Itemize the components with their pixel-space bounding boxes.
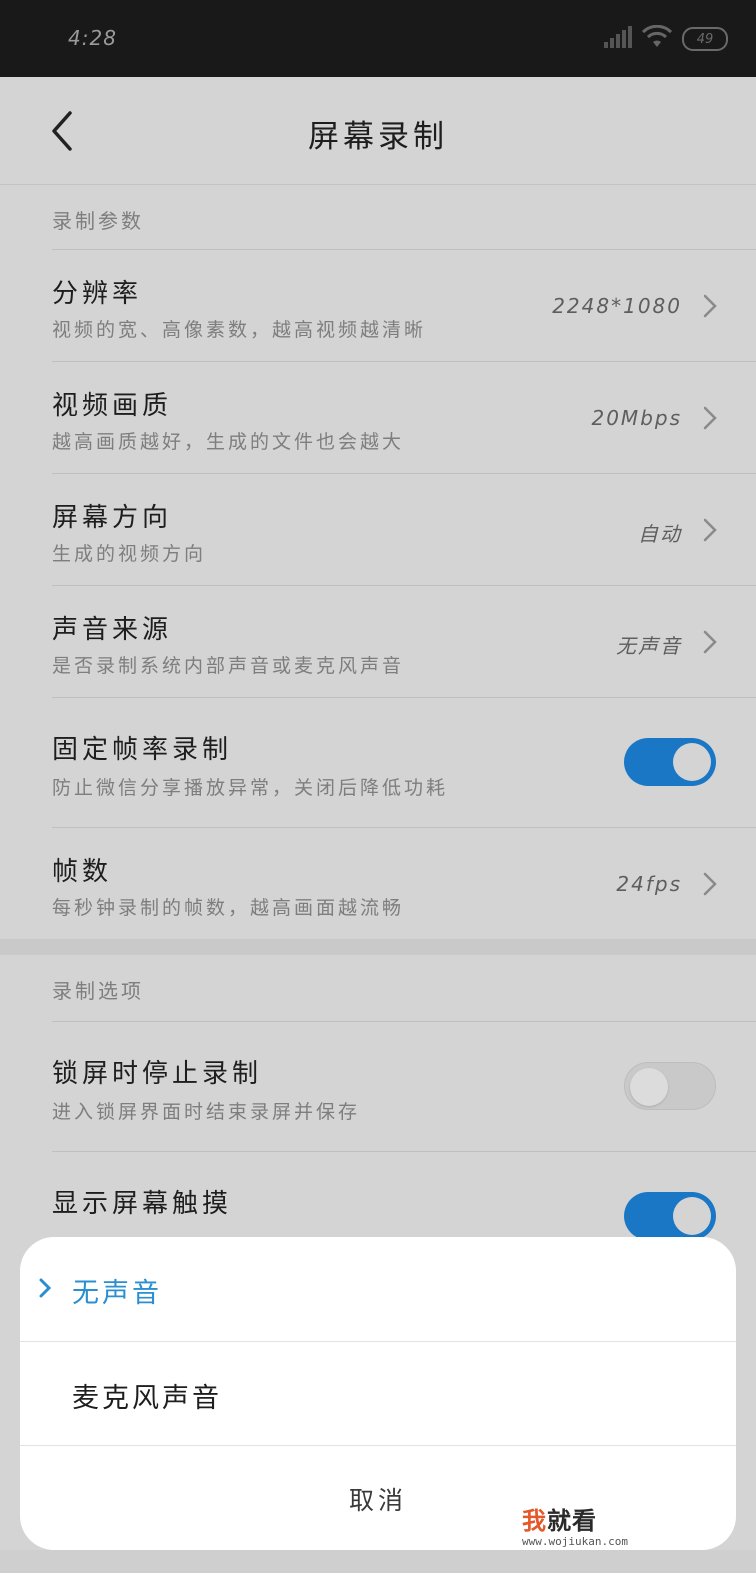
wifi-icon [641, 24, 673, 53]
chevron-right-icon [702, 293, 718, 319]
divider [52, 1021, 756, 1022]
row-title: 显示屏幕触摸 [52, 1189, 233, 1219]
row-title: 声音来源 [52, 615, 173, 645]
divider [52, 473, 756, 474]
chevron-right-icon [702, 629, 718, 655]
section-header-recording-options: 录制选项 [0, 955, 756, 1021]
row-subtitle: 进入锁屏界面时结束录屏并保存 [52, 1101, 361, 1123]
fixed-framerate-toggle[interactable] [624, 738, 716, 786]
divider [52, 585, 756, 586]
row-title: 帧数 [52, 857, 113, 887]
setting-row-resolution[interactable]: 分辨率 视频的宽、高像素数，越高视频越清晰 2248*1080 [0, 249, 756, 361]
divider [52, 827, 756, 828]
toggle-knob [630, 1068, 668, 1106]
setting-row-audio-source[interactable]: 声音来源 是否录制系统内部声音或麦克风声音 无声音 [0, 585, 756, 697]
toggle-knob [673, 743, 711, 781]
signal-icon [604, 26, 632, 52]
section-gap [0, 939, 756, 955]
watermark: 我就看 www.wojiukan.com [442, 1499, 742, 1559]
row-subtitle: 每秒钟录制的帧数，越高画面越流畅 [52, 897, 405, 919]
screen-recording-settings: 4:28 49 屏幕录制 录制参数 分辨率 视频的宽、高像素数，越高视频越清晰 … [0, 0, 756, 1573]
stop-on-lock-toggle[interactable] [624, 1062, 716, 1110]
setting-row-framerate[interactable]: 帧数 每秒钟录制的帧数，越高画面越流畅 24fps [0, 827, 756, 939]
sheet-option-no-audio[interactable]: 无声音 [20, 1237, 736, 1341]
chevron-right-icon [702, 517, 718, 543]
row-value: 自动 [638, 522, 682, 546]
toggle-knob [673, 1197, 711, 1235]
setting-row-video-quality[interactable]: 视频画质 越高画质越好，生成的文件也会越大 20Mbps [0, 361, 756, 473]
row-subtitle: 防止微信分享播放异常，关闭后降低功耗 [52, 777, 449, 799]
section-label: 录制参数 [52, 209, 144, 233]
divider [52, 249, 756, 250]
option-label: 无声音 [72, 1278, 162, 1309]
row-value: 2248*1080 [552, 294, 682, 318]
watermark-url: www.wojiukan.com [522, 1535, 628, 1548]
setting-row-stop-on-lock: 锁屏时停止录制 进入锁屏界面时结束录屏并保存 [0, 1021, 756, 1151]
row-value: 24fps [616, 872, 682, 896]
divider [52, 361, 756, 362]
selected-chevron-icon [38, 1277, 52, 1299]
row-title: 视频画质 [52, 391, 173, 421]
divider [52, 1151, 756, 1152]
row-subtitle: 视频的宽、高像素数，越高视频越清晰 [52, 319, 427, 341]
row-subtitle: 越高画质越好，生成的文件也会越大 [52, 431, 405, 453]
section-header-recording-params: 录制参数 [0, 185, 756, 249]
setting-row-fixed-framerate: 固定帧率录制 防止微信分享播放异常，关闭后降低功耗 [0, 697, 756, 827]
row-subtitle: 是否录制系统内部声音或麦克风声音 [52, 655, 405, 677]
status-time: 4:28 [68, 26, 117, 50]
battery-icon: 49 [682, 27, 728, 51]
show-touches-toggle[interactable] [624, 1192, 716, 1240]
row-value: 20Mbps [591, 406, 682, 430]
row-title: 屏幕方向 [52, 503, 173, 533]
page-title: 屏幕录制 [308, 119, 448, 155]
row-subtitle: 生成的视频方向 [52, 543, 207, 565]
row-title: 分辨率 [52, 279, 143, 309]
row-title: 固定帧率录制 [52, 735, 233, 765]
divider [52, 697, 756, 698]
chevron-right-icon [702, 871, 718, 897]
sheet-option-microphone[interactable]: 麦克风声音 [20, 1342, 736, 1446]
row-title: 锁屏时停止录制 [52, 1059, 263, 1089]
status-bar: 4:28 49 [0, 0, 756, 77]
chevron-right-icon [702, 405, 718, 431]
status-icons: 49 [604, 24, 728, 54]
watermark-logo: 我就看 [522, 1507, 597, 1535]
app-header: 屏幕录制 [0, 77, 756, 185]
row-value: 无声音 [616, 634, 682, 658]
option-label: 麦克风声音 [72, 1383, 222, 1414]
setting-row-screen-orientation[interactable]: 屏幕方向 生成的视频方向 自动 [0, 473, 756, 585]
section-label: 录制选项 [52, 979, 144, 1003]
